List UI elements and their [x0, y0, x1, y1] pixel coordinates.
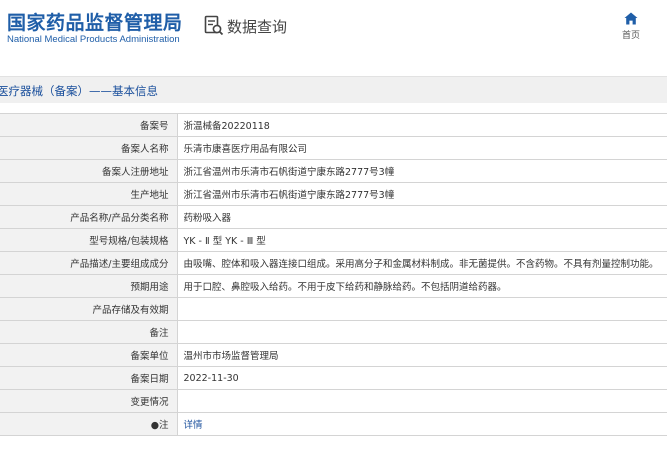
field-value: YK - Ⅱ 型 YK - Ⅲ 型: [176, 228, 667, 252]
table-row: 备案人注册地址 浙江省温州市乐清市石帆街道宁康东路2777号3幢: [0, 159, 667, 183]
field-label: 备案号: [0, 113, 178, 137]
field-value: [176, 297, 667, 321]
field-label: 预期用途: [0, 274, 178, 298]
field-value: 浙温械备20220118: [176, 113, 667, 137]
home-icon: [617, 12, 645, 25]
table-row: 生产地址 浙江省温州市乐清市石帆街道宁康东路2777号3幢: [0, 182, 667, 206]
field-value: 药粉吸入器: [176, 205, 667, 229]
field-value: 由吸嘴、腔体和吸入器连接口组成。采用高分子和金属材料制成。非无菌提供。不含药物。…: [176, 251, 667, 275]
details-link[interactable]: 详情: [184, 420, 203, 431]
field-label: 生产地址: [0, 182, 178, 206]
field-label: 变更情况: [0, 389, 178, 413]
table-row: 型号规格/包装规格 YK - Ⅱ 型 YK - Ⅲ 型: [0, 228, 667, 252]
breadcrumb: 医疗器械（备案）——基本信息: [0, 76, 667, 103]
field-label: 备注: [0, 320, 178, 344]
table-row: 备案单位 温州市市场监督管理局: [0, 343, 667, 367]
basic-info-table: 备案号 浙温械备20220118 备案人名称 乐清市康喜医疗用品有限公司 备案人注册地址…: [0, 113, 667, 436]
site-header: 国家药品监督管理局 National Medical Products Admi…: [0, 0, 667, 63]
breadcrumb-text: 医疗器械（备案）——基本信息: [0, 84, 158, 98]
field-label: 备案人注册地址: [0, 159, 178, 183]
document-search-icon: [204, 15, 224, 37]
field-label: ●注: [0, 412, 178, 436]
field-label: 产品描述/主要组成成分: [0, 251, 178, 275]
table-row: 产品描述/主要组成成分 由吸嘴、腔体和吸入器连接口组成。采用高分子和金属材料制成。…: [0, 251, 667, 275]
field-value: [176, 320, 667, 344]
field-value: 浙江省温州市乐清市石帆街道宁康东路2777号3幢: [176, 182, 667, 206]
field-value: [176, 389, 667, 413]
table-row: 备案号 浙温械备20220118: [0, 113, 667, 137]
site-logo-title[interactable]: 国家药品监督管理局: [7, 8, 183, 35]
table-row: 变更情况: [0, 389, 667, 413]
table-row: 产品名称/产品分类名称 药粉吸入器: [0, 205, 667, 229]
table-row: 预期用途 用于口腔、鼻腔吸入给药。不用于皮下给药和静脉给药。不包括阴道给药器。: [0, 274, 667, 298]
field-value: 温州市市场监督管理局: [176, 343, 667, 367]
table-row: 备案人名称 乐清市康喜医疗用品有限公司: [0, 136, 667, 160]
field-label: 产品存储及有效期: [0, 297, 178, 321]
data-query-label: 数据查询: [227, 17, 288, 36]
home-label: 首页: [621, 31, 640, 41]
table-row: 备注: [0, 320, 667, 344]
field-value: 2022-11-30: [176, 366, 667, 390]
field-label: 产品名称/产品分类名称: [0, 205, 178, 229]
field-label: 备案人名称: [0, 136, 178, 160]
field-value: 用于口腔、鼻腔吸入给药。不用于皮下给药和静脉给药。不包括阴道给药器。: [176, 274, 667, 298]
table-row: 产品存储及有效期: [0, 297, 667, 321]
field-value: 乐清市康喜医疗用品有限公司: [176, 136, 667, 160]
field-value: 浙江省温州市乐清市石帆街道宁康东路2777号3幢: [176, 159, 667, 183]
table-row: ●注 详情: [0, 412, 667, 436]
field-label: 备案日期: [0, 366, 178, 390]
data-query-link[interactable]: 数据查询: [204, 15, 287, 37]
field-label: 备案单位: [0, 343, 178, 367]
field-label: 型号规格/包装规格: [0, 228, 178, 252]
site-logo-subtitle: National Medical Products Administration: [7, 34, 180, 45]
home-link[interactable]: 首页: [617, 12, 645, 41]
field-value: 详情: [176, 412, 667, 436]
table-row: 备案日期 2022-11-30: [0, 366, 667, 390]
